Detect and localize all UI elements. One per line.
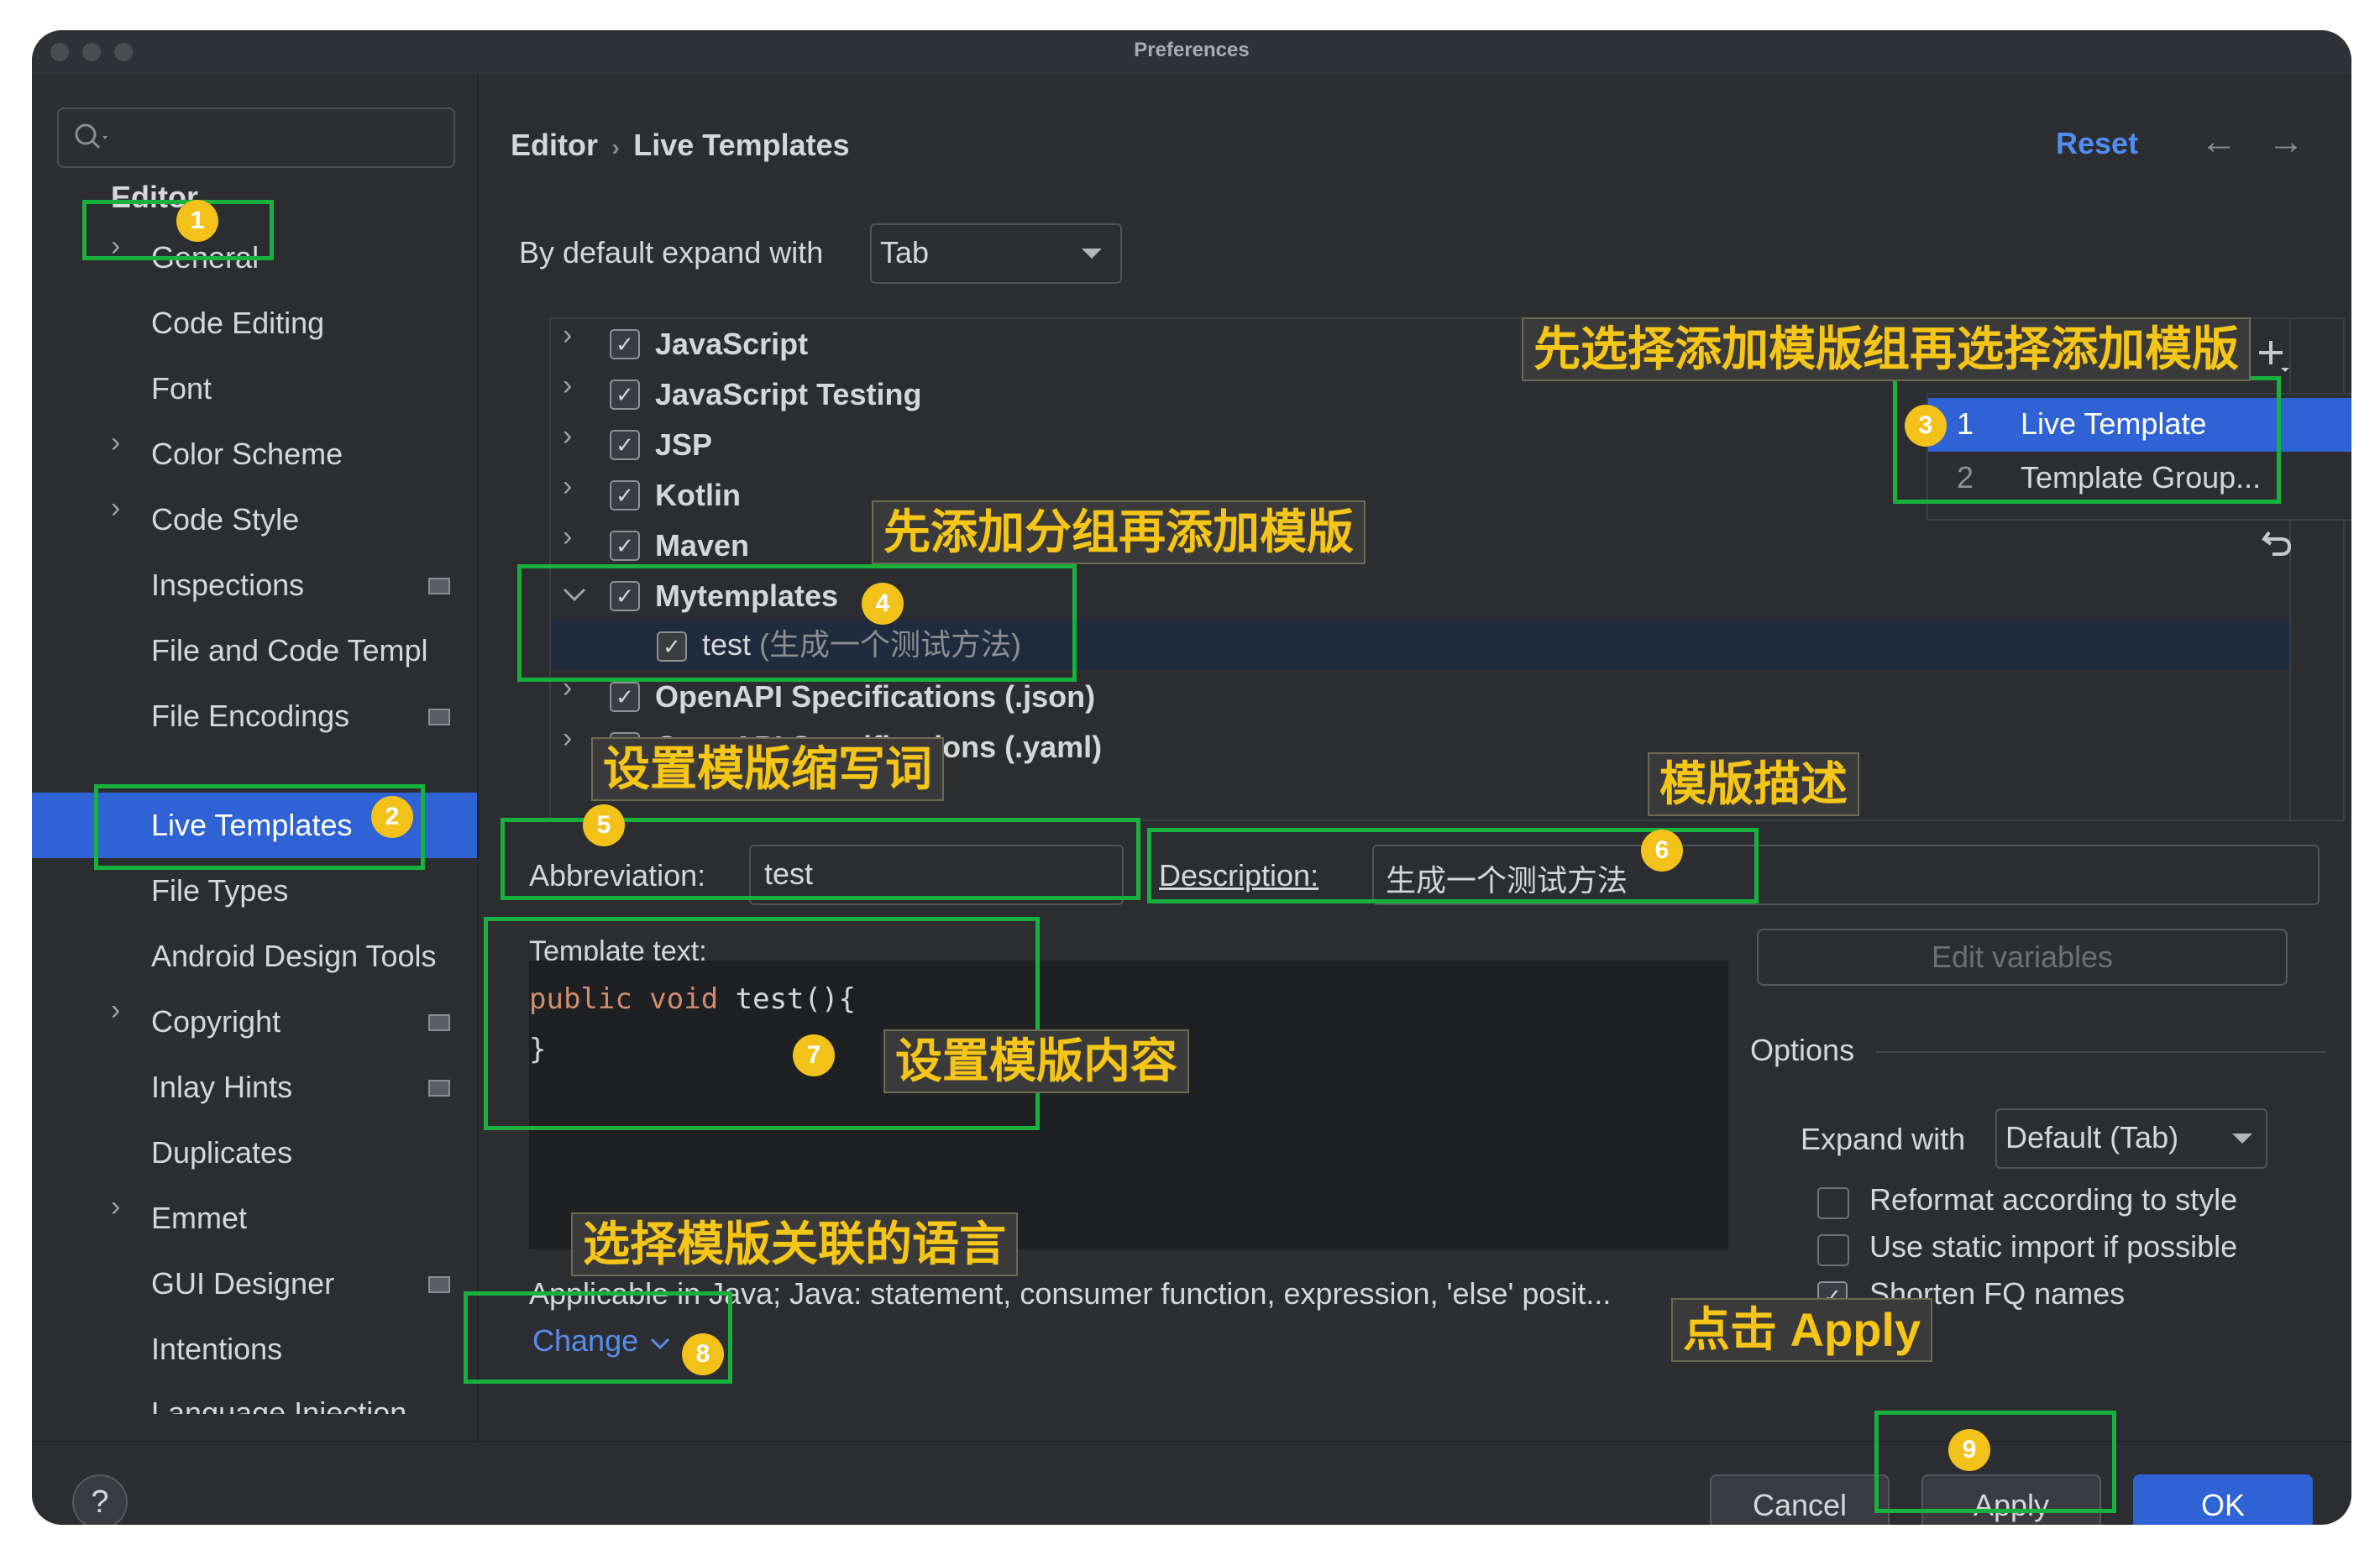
annotation-badge-3: 3 (1905, 405, 1947, 447)
sidebar-item-code-style[interactable]: Code Style (151, 487, 299, 552)
back-arrow-icon[interactable]: ← (2200, 121, 2237, 163)
ok-button[interactable]: OK (2133, 1474, 2313, 1525)
breadcrumb-separator: › (611, 134, 620, 160)
annotation-note-lang: 选择模版关联的语言 (571, 1212, 1018, 1276)
annotation-box-add-menu (1893, 376, 2281, 504)
search-icon (75, 123, 107, 149)
chevron-right-icon[interactable]: › (563, 319, 572, 352)
annotation-badge-1: 1 (176, 200, 218, 242)
tree-group-jsp[interactable]: JSP (655, 420, 712, 470)
sidebar-item-file-code-templates[interactable]: File and Code Templ (151, 618, 483, 683)
group-checkbox[interactable]: ✓ (610, 480, 640, 510)
sidebar-item-intentions[interactable]: Intentions (151, 1317, 282, 1382)
tree-group-maven[interactable]: Maven (655, 521, 749, 571)
project-scope-icon (428, 709, 450, 725)
annotation-badge-2: 2 (371, 796, 413, 838)
chevron-right-icon[interactable]: › (111, 994, 120, 1027)
sidebar-item-android-design-tools[interactable]: Android Design Tools (151, 924, 483, 989)
dropdown-arrow-icon (2232, 1134, 2252, 1144)
annotation-box-mytemplates (517, 564, 1077, 682)
annotation-note-desc: 模版描述 (1648, 752, 1859, 816)
annotation-note-apply: 点击 Apply (1671, 1298, 1933, 1362)
options-separator (1876, 1051, 2326, 1053)
breadcrumb-parent[interactable]: Editor (511, 128, 598, 162)
group-checkbox[interactable]: ✓ (610, 380, 640, 410)
expand-with-option-select[interactable]: Default (Tab) (1995, 1108, 2267, 1169)
chevron-right-icon[interactable]: › (563, 369, 572, 402)
dropdown-arrow-icon (1082, 249, 1102, 259)
project-scope-icon (428, 1276, 450, 1293)
expand-with-select[interactable]: Tab (870, 223, 1122, 284)
forward-arrow-icon[interactable]: → (2267, 121, 2304, 163)
reformat-label: Reformat according to style (1869, 1182, 2238, 1217)
annotation-badge-9: 9 (1948, 1429, 1990, 1471)
sidebar-item-duplicates[interactable]: Duplicates (151, 1120, 292, 1186)
project-scope-icon (428, 1080, 450, 1097)
annotation-box-template-text (484, 917, 1040, 1130)
cancel-button[interactable]: Cancel (1710, 1474, 1890, 1525)
group-checkbox[interactable]: ✓ (610, 329, 640, 359)
reformat-checkbox[interactable] (1817, 1187, 1849, 1219)
chevron-right-icon[interactable]: › (111, 492, 120, 525)
chevron-right-icon[interactable]: › (111, 427, 120, 459)
group-checkbox[interactable]: ✓ (610, 531, 640, 561)
chevron-right-icon[interactable]: › (563, 420, 572, 453)
sidebar-item-font[interactable]: Font (151, 356, 212, 421)
expand-with-label: By default expand with (519, 235, 824, 270)
expand-with-option-value: Default (Tab) (2005, 1120, 2179, 1154)
annotation-box-apply (1874, 1411, 2116, 1513)
annotation-badge-5: 5 (583, 804, 625, 846)
sidebar-item-inlay-hints[interactable]: Inlay Hints (151, 1055, 292, 1120)
annotation-badge-8: 8 (682, 1333, 724, 1375)
settings-sidebar: Editor › General Code Editing Font › Col… (32, 74, 477, 1441)
reset-link[interactable]: Reset (2056, 126, 2138, 161)
annotation-note-content: 设置模版内容 (883, 1029, 1189, 1093)
undo-icon[interactable] (2261, 524, 2294, 558)
options-title: Options (1750, 1033, 1855, 1067)
breadcrumb-current: Live Templates (633, 128, 850, 162)
sidebar-item-copyright[interactable]: Copyright (151, 989, 280, 1055)
sidebar-item-file-encodings[interactable]: File Encodings (151, 683, 349, 749)
annotation-note-abbrev: 设置模版缩写词 (591, 737, 944, 801)
tree-group-javascript[interactable]: JavaScript (655, 319, 808, 369)
tree-group-kotlin[interactable]: Kotlin (655, 470, 741, 521)
expand-with-option-label: Expand with (1801, 1122, 1966, 1156)
group-checkbox[interactable]: ✓ (610, 682, 640, 712)
sidebar-item-gui-designer[interactable]: GUI Designer (151, 1251, 334, 1317)
breadcrumb: Editor › Live Templates (511, 128, 850, 163)
annotation-badge-6: 6 (1641, 830, 1683, 872)
static-import-label: Use static import if possible (1869, 1229, 2238, 1264)
project-scope-icon (428, 1014, 450, 1031)
chevron-right-icon[interactable]: › (563, 470, 572, 503)
sidebar-item-language-injection[interactable]: Language Injection (151, 1380, 406, 1414)
sidebar-item-color-scheme[interactable]: Color Scheme (151, 421, 343, 487)
help-button[interactable]: ? (72, 1474, 128, 1525)
add-icon[interactable] (2256, 338, 2291, 373)
sidebar-item-code-editing[interactable]: Code Editing (151, 291, 324, 356)
window-title: Preferences (1134, 39, 1250, 61)
project-scope-icon (428, 578, 450, 594)
group-checkbox[interactable]: ✓ (610, 430, 640, 460)
chevron-right-icon[interactable]: › (111, 1191, 120, 1223)
expand-with-value: Tab (880, 235, 930, 270)
annotation-note-add-group: 先添加分组再添加模版 (872, 500, 1366, 564)
edit-variables-button[interactable]: Edit variables (1757, 929, 2288, 986)
chevron-right-icon[interactable]: › (563, 722, 572, 755)
title-bar: Preferences (32, 30, 2351, 74)
sidebar-item-inspections[interactable]: Inspections (151, 552, 304, 618)
preferences-window: Preferences Editor › General Code Editin… (32, 30, 2351, 1525)
annotation-badge-4: 4 (862, 583, 904, 625)
chevron-right-icon[interactable]: › (563, 521, 572, 553)
sidebar-divider (477, 74, 479, 1441)
annotation-badge-7: 7 (793, 1034, 835, 1076)
tree-group-javascript-testing[interactable]: JavaScript Testing (655, 369, 921, 420)
static-import-checkbox[interactable] (1817, 1234, 1849, 1266)
settings-search-field[interactable] (57, 107, 455, 168)
sidebar-item-emmet[interactable]: Emmet (151, 1186, 247, 1251)
annotation-note-group-first: 先选择添加模版组再选择添加模版 (1522, 317, 2251, 381)
